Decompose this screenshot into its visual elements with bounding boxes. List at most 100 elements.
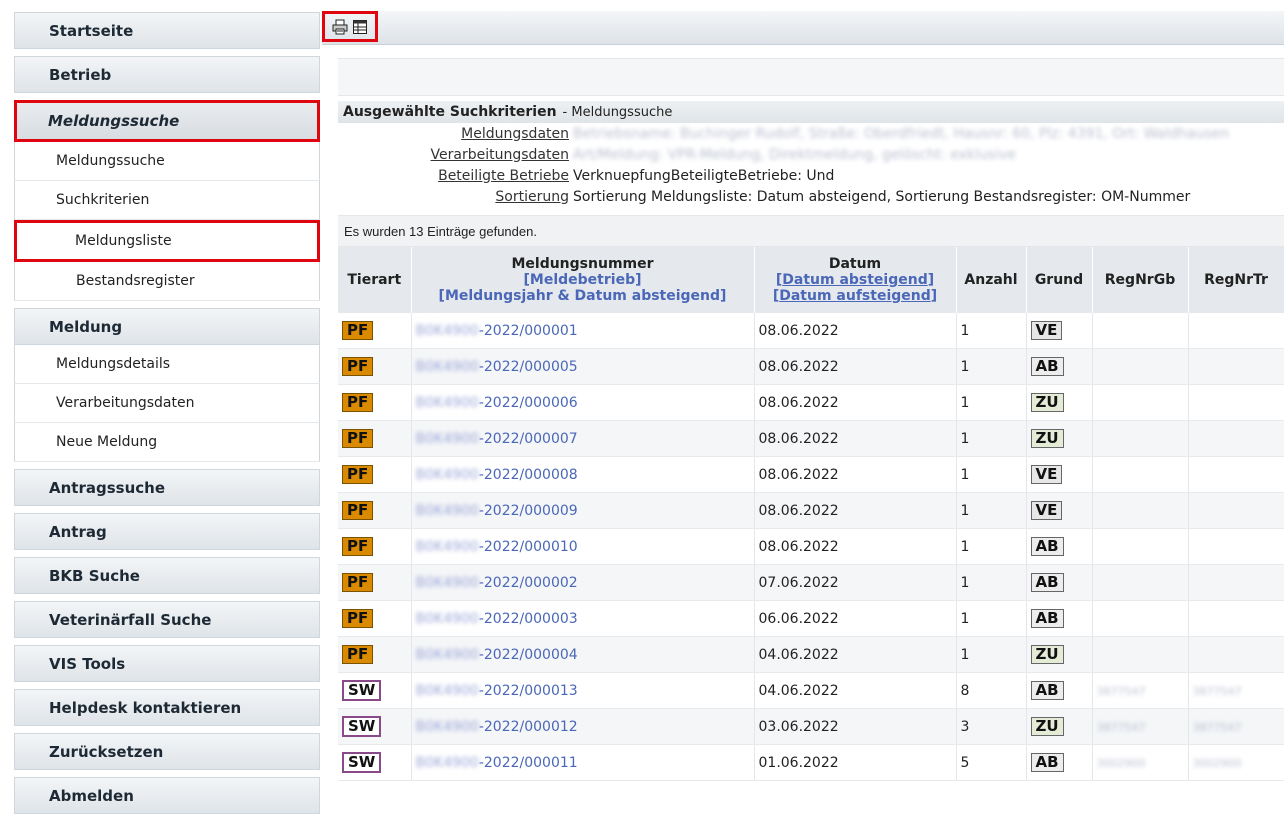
meldungsnummer-link[interactable]: B0K4900-2022/000009 (416, 503, 578, 519)
cell-tierart: PF (338, 456, 412, 493)
grund-badge: ZU (1030, 429, 1064, 448)
nav-sub-suchkriterien[interactable]: Suchkriterien (14, 181, 320, 220)
cell-regnrgb: 3877547 (1092, 672, 1189, 709)
cell-anzahl: 1 (956, 564, 1027, 601)
nav-sub-meldungsliste[interactable]: Meldungsliste (14, 220, 320, 262)
nav-antragssuche[interactable]: Antragssuche (14, 469, 320, 506)
meldungsnummer-number: -2022/000012 (478, 718, 578, 735)
meldungsnummer-number: -2022/000007 (478, 430, 578, 447)
cell-regnrtr (1188, 313, 1284, 349)
table-row: PF B0K4900-2022/000009 08.06.2022 1 VE (338, 492, 1284, 529)
cell-anzahl: 1 (956, 384, 1027, 421)
criteria-key-sortierung[interactable]: Sortierung (338, 189, 573, 205)
nav-sub-meldungsdetails[interactable]: Meldungsdetails (14, 345, 320, 384)
meldungsnummer-link[interactable]: B0K4900-2022/000001 (416, 323, 578, 339)
cell-meldungsnummer: B0K4900-2022/000013 (411, 672, 755, 709)
grund-badge: ZU (1030, 645, 1064, 664)
meldungsnummer-link[interactable]: B0K4900-2022/000013 (416, 683, 578, 699)
nav-betrieb[interactable]: Betrieb (14, 56, 320, 93)
cell-grund: AB (1026, 600, 1093, 637)
cell-anzahl: 1 (956, 456, 1027, 493)
cell-grund: VE (1026, 492, 1093, 529)
nav-antrag[interactable]: Antrag (14, 513, 320, 550)
cell-meldungsnummer: B0K4900-2022/000012 (411, 708, 755, 745)
meldungsnummer-prefix: B0K4900 (415, 394, 479, 411)
nav-meldungssuche[interactable]: Meldungssuche (14, 100, 320, 142)
grund-badge: ZU (1030, 717, 1064, 736)
meldungsnummer-link[interactable]: B0K4900-2022/000008 (416, 467, 578, 483)
col-regnrgb-sort-link[interactable]: RegNrGb (1092, 247, 1189, 313)
table-row: SW B0K4900-2022/000011 01.06.2022 5 AB 300290… (338, 744, 1284, 781)
nav-veterinaerfall-suche[interactable]: Veterinärfall Suche (14, 601, 320, 638)
table-row: PF B0K4900-2022/000005 08.06.2022 1 AB (338, 348, 1284, 385)
regnrgb-value: 3877547 (1096, 684, 1146, 698)
cell-regnrgb: 3002900 (1092, 744, 1189, 781)
sort-meldungsjahr-link[interactable]: [Meldungsjahr & Datum absteigend] (415, 288, 751, 304)
nav-abmelden[interactable]: Abmelden (14, 777, 320, 814)
meldungsnummer-link[interactable]: B0K4900-2022/000012 (416, 719, 578, 735)
nav-sub-neue-meldung[interactable]: Neue Meldung (14, 423, 320, 462)
meldungsnummer-link[interactable]: B0K4900-2022/000010 (416, 539, 578, 555)
meldungsnummer-prefix: B0K4900 (415, 466, 479, 483)
cell-regnrgb (1092, 492, 1189, 529)
meldungsnummer-link[interactable]: B0K4900-2022/000006 (416, 395, 578, 411)
cell-tierart: PF (338, 564, 412, 601)
nav-zuruecksetzen[interactable]: Zurücksetzen (14, 733, 320, 770)
meldungsnummer-prefix: B0K4900 (415, 538, 479, 555)
cell-tierart: SW (338, 708, 412, 745)
criteria-key-meldungsdaten[interactable]: Meldungsdaten (338, 126, 573, 142)
meldungsnummer-prefix: B0K4900 (415, 574, 479, 591)
tierart-badge: PF (342, 429, 374, 448)
sort-meldebetrieb-link[interactable]: [Meldebetrieb] (415, 272, 751, 288)
toolbar (322, 11, 1284, 45)
meldungsnummer-link[interactable]: B0K4900-2022/000004 (416, 647, 578, 663)
meldungsnummer-link[interactable]: B0K4900-2022/000007 (416, 431, 578, 447)
meldungsnummer-link[interactable]: B0K4900-2022/000005 (416, 359, 578, 375)
cell-datum: 01.06.2022 (754, 744, 957, 781)
cell-meldungsnummer: B0K4900-2022/000008 (411, 456, 755, 493)
cell-regnrtr (1188, 348, 1284, 385)
criteria-list: Meldungsdaten Betriebsname: Buchinger Ru… (338, 123, 1284, 207)
meldungsnummer-link[interactable]: B0K4900-2022/000003 (416, 611, 578, 627)
cell-datum: 06.06.2022 (754, 600, 957, 637)
meldungsnummer-link[interactable]: B0K4900-2022/000002 (416, 575, 578, 591)
meldungsnummer-number: -2022/000009 (478, 502, 578, 519)
criteria-key-verarbeitungsdaten[interactable]: Verarbeitungsdaten (338, 147, 573, 163)
criteria-header: Ausgewählte Suchkriterien - Meldungssuch… (338, 101, 1284, 123)
cell-regnrgb (1092, 313, 1189, 349)
cell-datum: 08.06.2022 (754, 528, 957, 565)
nav-vis-tools[interactable]: VIS Tools (14, 645, 320, 682)
tierart-badge: PF (342, 573, 374, 592)
nav-sub-bestandsregister[interactable]: Bestandsregister (14, 262, 320, 301)
table-icon[interactable] (352, 19, 368, 35)
criteria-row: Meldungsdaten Betriebsname: Buchinger Ru… (338, 123, 1284, 144)
content-top-band (338, 58, 1284, 96)
sort-datum-aufsteigend-link[interactable]: Datum aufsteigend (779, 288, 931, 304)
cell-regnrtr (1188, 492, 1284, 529)
meldungsnummer-prefix: B0K4900 (415, 718, 479, 735)
meldungsnummer-link[interactable]: B0K4900-2022/000011 (416, 755, 578, 771)
tierart-badge: SW (342, 716, 382, 737)
nav-helpdesk[interactable]: Helpdesk kontaktieren (14, 689, 320, 726)
nav-bkb-suche[interactable]: BKB Suche (14, 557, 320, 594)
criteria-value: Art/Meldung: VPR-Meldung, Direktmeldung,… (573, 146, 1017, 163)
nav-sub-meldungssuche[interactable]: Meldungssuche (14, 142, 320, 181)
criteria-key-beteiligte-betriebe[interactable]: Beteiligte Betriebe (338, 168, 573, 184)
cell-datum: 04.06.2022 (754, 636, 957, 673)
cell-tierart: SW (338, 672, 412, 709)
nav-meldung[interactable]: Meldung (14, 308, 320, 345)
grund-badge: VE (1030, 465, 1063, 484)
cell-datum: 08.06.2022 (754, 456, 957, 493)
sort-datum-absteigend-link[interactable]: Datum absteigend (782, 272, 927, 288)
nav-sub-verarbeitungsdaten[interactable]: Verarbeitungsdaten (14, 384, 320, 423)
cell-regnrgb (1092, 420, 1189, 457)
cell-grund: ZU (1026, 636, 1093, 673)
printer-icon[interactable] (332, 19, 348, 35)
nav-startseite[interactable]: Startseite (14, 12, 320, 49)
cell-anzahl: 1 (956, 636, 1027, 673)
criteria-value: VerknuepfungBeteiligteBetriebe: Und (573, 167, 835, 184)
cell-meldungsnummer: B0K4900-2022/000007 (411, 420, 755, 457)
cell-grund: ZU (1026, 384, 1093, 421)
table-row: SW B0K4900-2022/000012 03.06.2022 3 ZU 387754… (338, 708, 1284, 745)
meldungsnummer-number: -2022/000002 (478, 574, 578, 591)
